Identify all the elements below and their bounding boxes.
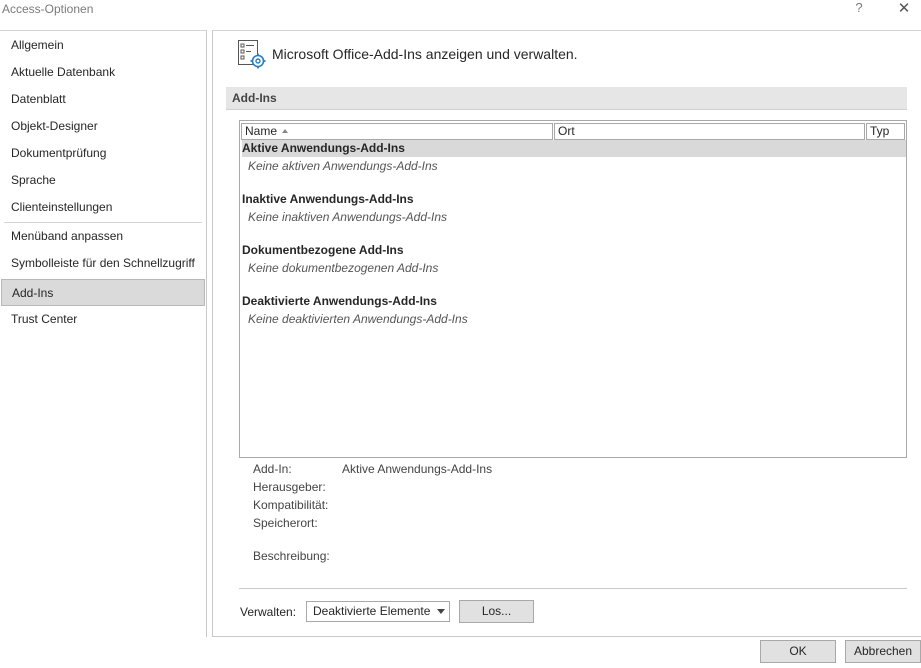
ok-button[interactable]: OK — [760, 640, 836, 663]
column-name-label: Name — [245, 124, 278, 138]
sidebar-item-dokumentpruefung[interactable]: Dokumentprüfung — [0, 140, 205, 167]
sidebar-item-aktuelle-datenbank[interactable]: Aktuelle Datenbank — [0, 59, 205, 86]
addins-gear-icon — [237, 39, 267, 69]
manage-dropdown-value: Deaktivierte Elemente — [313, 604, 431, 618]
sidebar-item-symbolleiste[interactable]: Symbolleiste für den Schnellzugriff — [0, 250, 205, 277]
detail-description-label: Beschreibung: — [253, 549, 330, 563]
help-button[interactable]: ? — [852, 0, 866, 18]
cancel-button[interactable]: Abbrechen — [845, 640, 921, 663]
window-title: Access-Optionen — [2, 2, 94, 16]
bottom-divider — [239, 588, 907, 589]
sidebar-item-trust-center[interactable]: Trust Center — [0, 306, 205, 333]
column-header-name[interactable]: Name — [241, 123, 553, 140]
sidebar-item-objekt-designer[interactable]: Objekt-Designer — [0, 113, 205, 140]
sidebar-item-clienteinstellungen[interactable]: Clienteinstellungen — [0, 194, 205, 221]
title-bar: Access-Optionen ? ✕ — [0, 0, 921, 28]
sidebar: Allgemein Aktuelle Datenbank Datenblatt … — [0, 30, 207, 637]
group-header-inaktive[interactable]: Inaktive Anwendungs-Add-Ins — [242, 191, 414, 208]
group-empty-dokumentbezogen: Keine dokumentbezogenen Add-Ins — [248, 261, 439, 275]
sidebar-item-add-ins[interactable]: Add-Ins — [1, 279, 205, 306]
detail-addin-value: Aktive Anwendungs-Add-Ins — [342, 462, 493, 476]
section-title: Add-Ins — [232, 91, 277, 105]
detail-location-label: Speicherort: — [253, 516, 318, 530]
detail-compat-label: Kompatibilität: — [253, 498, 329, 512]
close-button[interactable]: ✕ — [893, 0, 915, 18]
sidebar-item-datenblatt[interactable]: Datenblatt — [0, 86, 205, 113]
group-header-deaktivierte[interactable]: Deaktivierte Anwendungs-Add-Ins — [242, 293, 437, 310]
manage-label: Verwalten: — [240, 605, 297, 619]
sidebar-item-sprache[interactable]: Sprache — [0, 167, 205, 194]
sidebar-item-allgemein[interactable]: Allgemein — [0, 32, 205, 59]
detail-addin-label: Add-In: — [253, 462, 292, 476]
addins-list[interactable]: Name Ort Typ Aktive Anwendungs-Add-Ins K… — [239, 120, 907, 458]
section-header-bar — [226, 87, 907, 110]
group-header-dokumentbezogen[interactable]: Dokumentbezogene Add-Ins — [242, 242, 404, 259]
sort-ascending-icon — [282, 128, 289, 133]
detail-publisher-label: Herausgeber: — [253, 480, 326, 494]
group-empty-deaktivierte: Keine deaktivierten Anwendungs-Add-Ins — [248, 312, 468, 326]
group-empty-inaktive: Keine inaktiven Anwendungs-Add-Ins — [248, 210, 448, 224]
column-header-ort[interactable]: Ort — [554, 123, 865, 140]
column-header-typ[interactable]: Typ — [866, 123, 905, 140]
group-empty-aktive: Keine aktiven Anwendungs-Add-Ins — [248, 159, 438, 173]
sidebar-item-menueband-anpassen[interactable]: Menüband anpassen — [0, 223, 205, 250]
group-header-aktive[interactable]: Aktive Anwendungs-Add-Ins — [242, 140, 906, 157]
page-heading: Microsoft Office-Add-Ins anzeigen und ve… — [272, 46, 578, 62]
manage-dropdown[interactable]: Deaktivierte Elemente — [306, 601, 450, 622]
chevron-down-icon — [437, 609, 445, 614]
go-button[interactable]: Los... — [459, 600, 534, 623]
